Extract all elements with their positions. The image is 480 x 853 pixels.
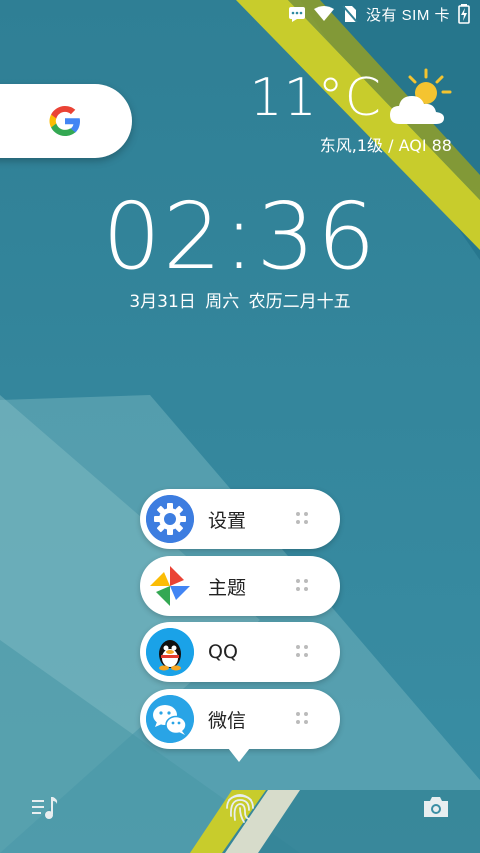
shortcut-settings[interactable]: 设置 <box>140 489 340 549</box>
shortcut-theme[interactable]: 主题 <box>140 556 340 616</box>
partly-cloudy-icon <box>390 68 452 124</box>
music-icon[interactable] <box>30 795 60 821</box>
weather-detail: 东风,1级 / AQI 88 <box>319 136 452 155</box>
camera-icon[interactable] <box>422 795 450 819</box>
drag-handle-icon[interactable] <box>290 507 314 531</box>
shortcut-qq[interactable]: QQ <box>140 622 340 682</box>
clock-time[interactable]: 02:36 <box>0 183 480 290</box>
weather-widget[interactable]: 11°C 东风,1级 / AQI 88 <box>250 68 452 156</box>
shortcut-label: 设置 <box>208 509 247 532</box>
shortcut-popup-pointer <box>228 748 250 762</box>
settings-gear-icon <box>146 495 194 543</box>
drag-handle-icon[interactable] <box>290 640 314 664</box>
no-sim-icon <box>342 5 358 23</box>
fingerprint-icon[interactable] <box>224 790 256 824</box>
battery-charging-icon <box>458 4 470 24</box>
shortcut-label: 主题 <box>208 576 247 599</box>
shortcut-wechat[interactable]: 微信 <box>140 689 340 749</box>
qq-penguin-icon <box>146 628 194 676</box>
temperature: 11°C <box>249 68 382 128</box>
shortcut-label: QQ <box>208 641 238 663</box>
drag-handle-icon[interactable] <box>290 707 314 731</box>
google-logo-icon <box>49 106 80 136</box>
google-search-widget[interactable] <box>0 84 132 158</box>
wechat-icon <box>146 695 194 743</box>
wifi-icon <box>313 6 334 21</box>
drag-handle-icon[interactable] <box>290 574 314 598</box>
shortcut-label: 微信 <box>208 709 247 732</box>
carrier-text: 没有 SIM 卡 <box>365 6 450 24</box>
date-text: 3月31日 周六 农历二月十五 <box>129 292 351 312</box>
message-icon <box>288 7 305 22</box>
status-bar: 没有 SIM 卡 <box>0 0 480 28</box>
theme-pinwheel-icon <box>146 562 194 610</box>
